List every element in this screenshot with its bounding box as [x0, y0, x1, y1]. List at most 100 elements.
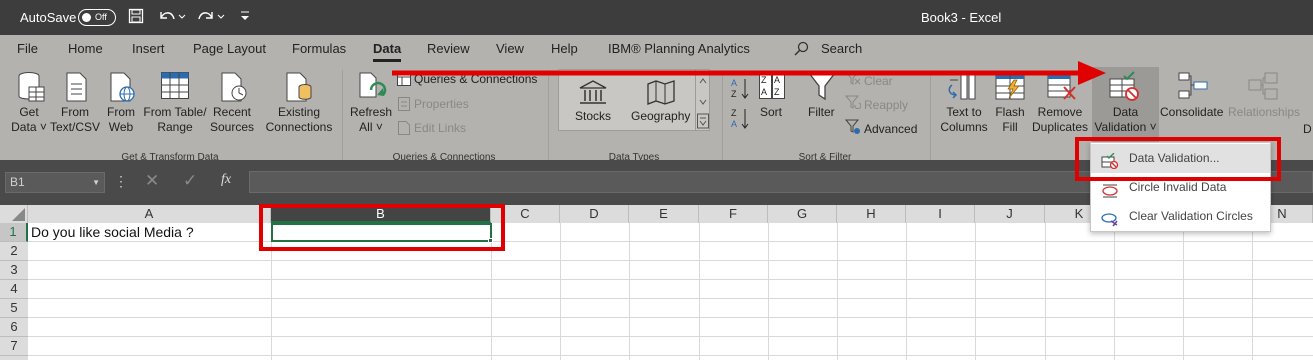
name-box-dropdown-icon[interactable]: ▼ [92, 173, 100, 192]
gridline [1252, 223, 1253, 360]
gridline [28, 279, 1313, 280]
name-box-value: B1 [10, 175, 25, 189]
row-header-8[interactable]: 8 [0, 356, 28, 360]
worksheet-grid[interactable]: Do you like social Media ? [28, 223, 1313, 360]
customize-qat-icon[interactable] [238, 9, 252, 23]
sort-button[interactable]: Sort [760, 105, 782, 119]
table-icon [160, 71, 190, 104]
clear-circles-icon [1101, 209, 1119, 238]
gridline [28, 355, 1313, 356]
text-to-columns-button[interactable]: Text to Columns [936, 105, 992, 135]
autosave-toggle-state: Off [95, 12, 107, 22]
more-options-icon[interactable]: ⋮ [114, 173, 128, 190]
existing-connections-icon [284, 71, 314, 106]
advanced-button[interactable]: Advanced [864, 122, 917, 136]
row-header-3[interactable]: 3 [0, 261, 28, 280]
flash-fill-button[interactable]: Flash Fill [992, 105, 1028, 135]
insert-function-button[interactable]: fx [221, 172, 231, 188]
tab-home[interactable]: Home [68, 41, 103, 56]
row-header-5[interactable]: 5 [0, 299, 28, 318]
data-validation-button[interactable]: Data Validation ˅ [1092, 105, 1159, 135]
svg-text:A: A [731, 119, 737, 129]
edit-links-button[interactable]: Edit Links [414, 121, 466, 135]
from-web-button[interactable]: From Web [101, 105, 141, 135]
row-header-7[interactable]: 7 [0, 337, 28, 356]
refresh-all-label: Refresh [349, 105, 393, 119]
menu-item-clear-validation-circles[interactable]: Clear Validation Circles [1091, 202, 1270, 231]
recent-sources-button[interactable]: Recent Sources [208, 105, 256, 135]
from-table-range-button[interactable]: From Table/Range [142, 105, 208, 135]
row-header-6[interactable]: 6 [0, 318, 28, 337]
row-header-2[interactable]: 2 [0, 242, 28, 261]
select-all-corner[interactable] [0, 205, 28, 223]
from-text-label: From [61, 105, 89, 119]
from-text-csv-button[interactable]: From Text/CSV [50, 105, 100, 135]
tab-ibm-planning-analytics[interactable]: IBM® Planning Analytics [608, 41, 750, 56]
redo-icon[interactable] [196, 7, 226, 25]
gridline [1045, 223, 1046, 360]
row-header-4[interactable]: 4 [0, 280, 28, 299]
gridline [28, 241, 1313, 242]
gridline [699, 223, 700, 360]
tab-insert[interactable]: Insert [132, 41, 165, 56]
geography-button[interactable]: Geography [631, 109, 690, 123]
relationships-icon [1247, 71, 1279, 104]
column-header-h[interactable]: H [837, 205, 906, 223]
tab-formulas[interactable]: Formulas [292, 41, 346, 56]
group-separator [342, 70, 343, 162]
gridline [629, 223, 630, 360]
manage-data-model-cutoff[interactable]: D [1303, 122, 1312, 136]
column-header-j[interactable]: J [975, 205, 1045, 223]
gridline [28, 260, 1313, 261]
data-validation-label: Data [1112, 105, 1139, 119]
tab-view[interactable]: View [496, 41, 524, 56]
reapply-button[interactable]: Reapply [864, 98, 908, 112]
tab-file[interactable]: File [17, 41, 38, 56]
cell-a1[interactable]: Do you like social Media ? [31, 224, 194, 240]
column-header-i[interactable]: I [906, 205, 975, 223]
data-validation-icon [1108, 71, 1140, 104]
recent-sources-label: Recent [212, 105, 252, 119]
remove-duplicates-label-2: Duplicates [1031, 120, 1089, 134]
filter-button[interactable]: Filter [808, 105, 835, 119]
existing-connections-label-2: Connections [265, 120, 333, 134]
flash-fill-label-2: Fill [1002, 120, 1018, 134]
tab-review[interactable]: Review [427, 41, 470, 56]
refresh-icon [357, 71, 389, 106]
save-icon[interactable] [128, 8, 144, 24]
relationships-button[interactable]: Relationships [1228, 105, 1300, 119]
gridline [906, 223, 907, 360]
column-header-f[interactable]: F [699, 205, 768, 223]
text-to-columns-label: Text to [946, 105, 982, 119]
get-data-button[interactable]: Get Data ˅ [6, 105, 52, 135]
gridline [28, 298, 1313, 299]
column-header-e[interactable]: E [629, 205, 699, 223]
existing-connections-button[interactable]: Existing Connections [262, 105, 336, 135]
recent-sources-icon [219, 71, 249, 106]
refresh-all-button[interactable]: Refresh All ˅ [346, 105, 396, 135]
name-box[interactable]: B1 ▼ [5, 172, 105, 193]
search-box[interactable]: Search [821, 41, 862, 56]
enter-icon[interactable]: ✓ [183, 171, 197, 191]
undo-icon[interactable] [157, 7, 187, 25]
column-header-g[interactable]: G [768, 205, 837, 223]
title-bar: AutoSave Off Book3 - Excel [0, 0, 1313, 35]
from-web-label-2: Web [108, 120, 134, 134]
column-header-a[interactable]: A [28, 205, 271, 223]
menu-item-label: Circle Invalid Data [1129, 180, 1227, 194]
remove-duplicates-button[interactable]: Remove Duplicates [1030, 105, 1090, 135]
tab-help[interactable]: Help [551, 41, 578, 56]
tab-page-layout[interactable]: Page Layout [193, 41, 266, 56]
column-header-d[interactable]: D [560, 205, 629, 223]
svg-text:Z: Z [731, 108, 737, 118]
gridline [837, 223, 838, 360]
consolidate-button[interactable]: Consolidate [1160, 105, 1223, 119]
from-table-label: From Table/ [143, 105, 207, 119]
stocks-button[interactable]: Stocks [575, 109, 611, 123]
properties-button[interactable]: Properties [414, 97, 469, 111]
sort-za-icon: ZA [731, 107, 751, 132]
text-to-columns-label-2: Columns [940, 120, 988, 134]
row-header-1[interactable]: 1 [0, 223, 28, 242]
cancel-icon[interactable]: ✕ [145, 171, 159, 191]
autosave-toggle[interactable]: Off [78, 9, 116, 26]
